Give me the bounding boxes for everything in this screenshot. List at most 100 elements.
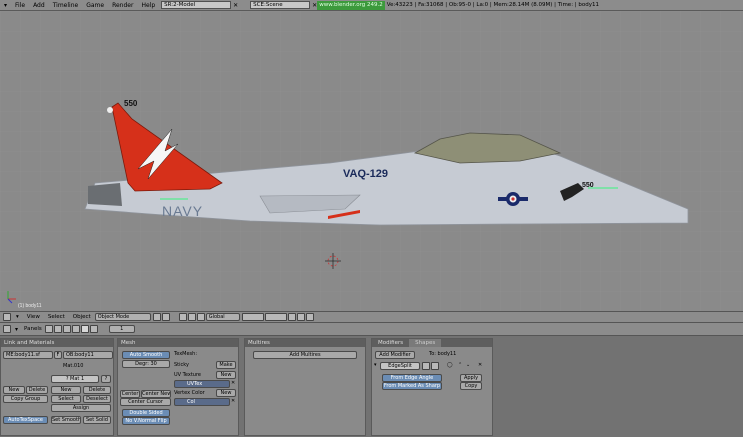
- panel-title: Link and Materials: [1, 339, 113, 347]
- layer-grid2-icon[interactable]: [264, 313, 287, 321]
- select-button[interactable]: Select: [51, 395, 81, 403]
- center-button[interactable]: Center: [120, 390, 140, 398]
- camera-icon[interactable]: [305, 313, 314, 321]
- material-name: Mat.010: [63, 363, 84, 369]
- tail-number: 550: [124, 99, 138, 108]
- chevron-down-icon[interactable]: ▾: [15, 326, 18, 333]
- chevron-down-icon[interactable]: ▾: [16, 314, 19, 320]
- display-toggle-icon[interactable]: [431, 362, 439, 370]
- menu-object[interactable]: Object: [73, 314, 91, 320]
- lock-icon[interactable]: [287, 313, 296, 321]
- auto-smooth-button[interactable]: Auto Smooth: [122, 351, 170, 359]
- assign-button[interactable]: Assign: [51, 404, 111, 412]
- pivot-icon[interactable]: [161, 313, 170, 321]
- fake-user-button[interactable]: F: [54, 351, 62, 359]
- from-edge-angle-button[interactable]: From Edge Angle: [382, 374, 442, 382]
- script-icon[interactable]: [53, 325, 62, 333]
- orientation-selector[interactable]: Global: [205, 313, 240, 321]
- vertex-color-label: Vertex Color: [174, 390, 205, 396]
- render-icon[interactable]: [296, 313, 305, 321]
- circle-icon[interactable]: ◯: [447, 362, 453, 369]
- copy-button[interactable]: Copy: [460, 382, 482, 390]
- close-screen-icon[interactable]: ✕: [233, 2, 238, 9]
- uvtex-layer[interactable]: UVTex: [174, 380, 230, 388]
- layer-grid-icon[interactable]: [241, 313, 264, 321]
- mesh-name-field[interactable]: ME:body11.sf: [3, 351, 53, 359]
- menu-add[interactable]: Add: [29, 2, 49, 9]
- move-up-icon[interactable]: ⌃: [458, 362, 462, 369]
- edgesplit-name[interactable]: EdgeSplit: [380, 362, 420, 370]
- render-toggle-icon[interactable]: [422, 362, 430, 370]
- viewport-header: ▾ View Select Object Object Mode Global: [0, 311, 743, 322]
- close-icon[interactable]: ✕: [478, 362, 482, 369]
- logic-icon[interactable]: [44, 325, 53, 333]
- blender-org-link[interactable]: www.blender.org 249.2: [317, 0, 385, 10]
- tab-modifiers[interactable]: Modifiers: [372, 339, 410, 347]
- view-type-icon[interactable]: [3, 313, 11, 321]
- col-layer[interactable]: Col: [174, 398, 230, 406]
- set-smooth-button[interactable]: Set Smooth: [51, 416, 81, 424]
- mesh-panel: Mesh Auto Smooth Degr: 30 TexMesh: Stick…: [117, 338, 239, 436]
- buttons-editor-icon[interactable]: [3, 325, 11, 333]
- rotate-icon[interactable]: [196, 313, 205, 321]
- double-sided-button[interactable]: Double Sided: [122, 409, 170, 417]
- scene-selector[interactable]: SCE:Scene: [250, 1, 311, 9]
- editing-icon[interactable]: [80, 325, 89, 333]
- object-label: (1) body11: [18, 303, 42, 309]
- close-icon[interactable]: ✕: [231, 398, 235, 405]
- scene-stats: Ve:43223 | Fa:31068 | Ob:95-0 | La:0 | M…: [386, 2, 599, 8]
- object-icon[interactable]: [71, 325, 80, 333]
- sticky-make-button[interactable]: Make: [216, 361, 236, 369]
- from-marked-sharp-button[interactable]: From Marked As Sharp: [382, 382, 442, 390]
- manipulator-icon[interactable]: [187, 313, 196, 321]
- screen-selector[interactable]: SR:2-Model: [161, 1, 232, 9]
- deselect-button[interactable]: Deselect: [83, 395, 111, 403]
- autotexspace-button[interactable]: AutoTexSpace: [3, 416, 48, 424]
- top-header-bar: ▾ File Add Timeline Game Render Help SR:…: [0, 0, 743, 11]
- menu-file[interactable]: File: [11, 2, 29, 9]
- close-icon[interactable]: ✕: [231, 380, 235, 387]
- menu-render[interactable]: Render: [108, 2, 137, 9]
- move-down-icon[interactable]: ⌄: [466, 362, 470, 369]
- apply-button[interactable]: Apply: [460, 374, 482, 382]
- uv-texture-new-button[interactable]: New: [216, 371, 236, 379]
- editor-type-icon[interactable]: ▾: [0, 2, 11, 9]
- material-delete-button[interactable]: Delete: [83, 386, 111, 394]
- object-name-field[interactable]: OB:body11: [63, 351, 113, 359]
- material-new-button[interactable]: New: [51, 386, 81, 394]
- vertex-color-new-button[interactable]: New: [216, 389, 236, 397]
- modifiers-panel: Modifiers Shapes Add Modifier To: body11…: [371, 338, 493, 436]
- no-vnormal-flip-button[interactable]: No V.Normal Flip: [122, 417, 170, 425]
- chevron-down-icon[interactable]: ▾: [374, 362, 377, 369]
- menu-select[interactable]: Select: [48, 314, 65, 320]
- shading-icon[interactable]: [62, 325, 71, 333]
- center-new-button[interactable]: Center New: [141, 390, 171, 398]
- panel-title: Mesh: [118, 339, 238, 347]
- vertex-group-delete-button[interactable]: Delete: [26, 386, 48, 394]
- draw-type-icon[interactable]: [152, 313, 161, 321]
- scene-icon[interactable]: [89, 325, 98, 333]
- menu-game[interactable]: Game: [82, 2, 108, 9]
- buttons-header: ▾ Panels 1: [0, 322, 743, 336]
- material-index[interactable]: ? Mat 1: [51, 375, 99, 383]
- set-solid-button[interactable]: Set Solid: [83, 416, 111, 424]
- center-cursor-button[interactable]: Center Cursor: [120, 398, 171, 406]
- page-number[interactable]: 1: [108, 325, 135, 333]
- menu-timeline[interactable]: Timeline: [49, 2, 83, 9]
- 3d-viewport[interactable]: 550 VAQ-129 NAVY 550 (1) body11: [0, 11, 743, 311]
- jet-model: 550 VAQ-129 NAVY 550 (1) body11: [0, 11, 743, 311]
- add-multires-button[interactable]: Add Multires: [253, 351, 357, 359]
- multires-panel: Multires Add Multires: [244, 338, 366, 436]
- copy-group-button[interactable]: Copy Group: [3, 395, 48, 403]
- menu-help[interactable]: Help: [137, 2, 159, 9]
- link-materials-panel: Link and Materials ME:body11.sf F OB:bod…: [0, 338, 114, 436]
- menu-view[interactable]: View: [27, 314, 40, 320]
- vertex-group-new-button[interactable]: New: [3, 386, 25, 394]
- tab-shapes[interactable]: Shapes: [409, 339, 442, 347]
- add-modifier-button[interactable]: Add Modifier: [375, 351, 415, 359]
- layer-icon[interactable]: [178, 313, 187, 321]
- mode-selector[interactable]: Object Mode: [94, 313, 151, 321]
- fuselage-navy-text: NAVY: [162, 203, 203, 219]
- degr-field[interactable]: Degr: 30: [122, 360, 170, 368]
- material-help-button[interactable]: ?: [101, 375, 111, 383]
